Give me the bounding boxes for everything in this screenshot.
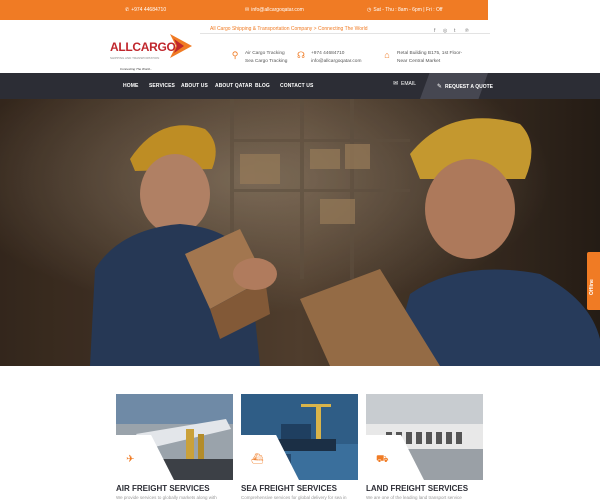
logo-tagline: Connecting The World...: [120, 67, 153, 71]
nav-about-qatar[interactable]: ABOUT QATAR: [215, 83, 252, 89]
clock-icon: ◷: [367, 7, 372, 13]
plane-icon: ✈: [126, 454, 135, 465]
topbar-phone[interactable]: ✆ +974 44684710: [125, 7, 166, 13]
header: ALLCARGO SHIPPING AND TRANSPORTATION Con…: [0, 20, 600, 73]
logo-arrow-icon: [170, 34, 192, 58]
info-contact: ☊ +974 44684710 info@allcargoqatar.com: [296, 50, 361, 66]
logo-text: ALLCARGO: [110, 40, 176, 54]
pencil-icon: ✎: [437, 84, 443, 90]
truck-icon: ⛟: [376, 454, 389, 465]
nav-home[interactable]: HOME: [123, 83, 138, 89]
facebook-icon[interactable]: f: [434, 28, 435, 34]
main-nav: HOME SERVICES ABOUT US ABOUT QATAR BLOG …: [0, 73, 600, 99]
social-bar-bg: [488, 0, 600, 20]
phone-icon: ✆: [125, 7, 130, 13]
info-tracking: ⚲ Air Cargo Tracking Sea Cargo Tracking: [230, 50, 288, 66]
topbar-hours: ◷ Sat - Thu : 8am - 6pm | Fri : Off: [367, 7, 443, 13]
ship-icon: ⛴: [251, 454, 264, 465]
service-card-air[interactable]: ✈ AIR FREIGHT SERVICES We provide servic…: [116, 394, 233, 500]
address-line2: Near Central Market: [397, 59, 441, 64]
topbar-email[interactable]: ✉ info@allcargoqatar.com: [245, 7, 304, 13]
nav-blog[interactable]: BLOG: [255, 83, 270, 89]
envelope-icon: ✉: [393, 81, 399, 87]
logo[interactable]: ALLCARGO SHIPPING AND TRANSPORTATION Con…: [110, 34, 192, 71]
info-address: ⌂ Retal Building B175, 1st Floor- Near C…: [382, 50, 462, 66]
services-section: ✈ AIR FREIGHT SERVICES We provide servic…: [0, 366, 600, 500]
service-title[interactable]: LAND FREIGHT SERVICES: [366, 484, 468, 493]
address-line1: Retal Building B175, 1st Floor-: [397, 51, 463, 56]
offline-chat-tab[interactable]: Offline: [587, 252, 600, 310]
service-desc: We are one of the leading land transport…: [366, 495, 462, 500]
nav-contact-us[interactable]: CONTACT US: [280, 83, 313, 89]
contact-phone[interactable]: +974 44684710: [311, 50, 361, 58]
request-quote-button[interactable]: ✎ REQUEST A QUOTE: [437, 83, 493, 91]
header-tagline: All Cargo Shipping & Transportation Comp…: [210, 26, 368, 32]
pinterest-icon[interactable]: ℗: [465, 28, 469, 34]
air-cargo-tracking-link[interactable]: Air Cargo Tracking: [245, 50, 287, 58]
envelope-icon: ✉: [245, 7, 250, 13]
instagram-icon[interactable]: ◎: [443, 28, 447, 34]
service-desc: We provide services to globally markets …: [116, 495, 217, 500]
top-bar: ✆ +974 44684710 ✉ info@allcargoqatar.com…: [0, 0, 600, 20]
nav-about-us[interactable]: ABOUT US: [181, 83, 208, 89]
sea-cargo-tracking-link[interactable]: Sea Cargo Tracking: [245, 58, 287, 66]
logo-subtitle: SHIPPING AND TRANSPORTATION: [110, 56, 160, 60]
service-card-land[interactable]: ⛟ LAND FREIGHT SERVICES We are one of th…: [366, 394, 483, 500]
service-desc: Comprehensive services for global delive…: [241, 495, 347, 500]
hero-warehouse-handshake-image: [0, 99, 600, 366]
headset-icon: ☊: [297, 50, 305, 60]
nav-services[interactable]: SERVICES: [149, 83, 175, 89]
nav-email-button[interactable]: ✉ EMAIL: [393, 80, 416, 88]
service-card-sea[interactable]: ⛴ SEA FREIGHT SERVICES Comprehensive ser…: [241, 394, 358, 500]
home-icon: ⌂: [384, 50, 390, 60]
twitter-icon[interactable]: t: [454, 28, 455, 34]
map-pin-icon: ⚲: [231, 50, 239, 60]
service-title[interactable]: SEA FREIGHT SERVICES: [241, 484, 337, 493]
hero-image: Offline: [0, 99, 600, 366]
service-title[interactable]: AIR FREIGHT SERVICES: [116, 484, 210, 493]
contact-email[interactable]: info@allcargoqatar.com: [311, 58, 361, 66]
